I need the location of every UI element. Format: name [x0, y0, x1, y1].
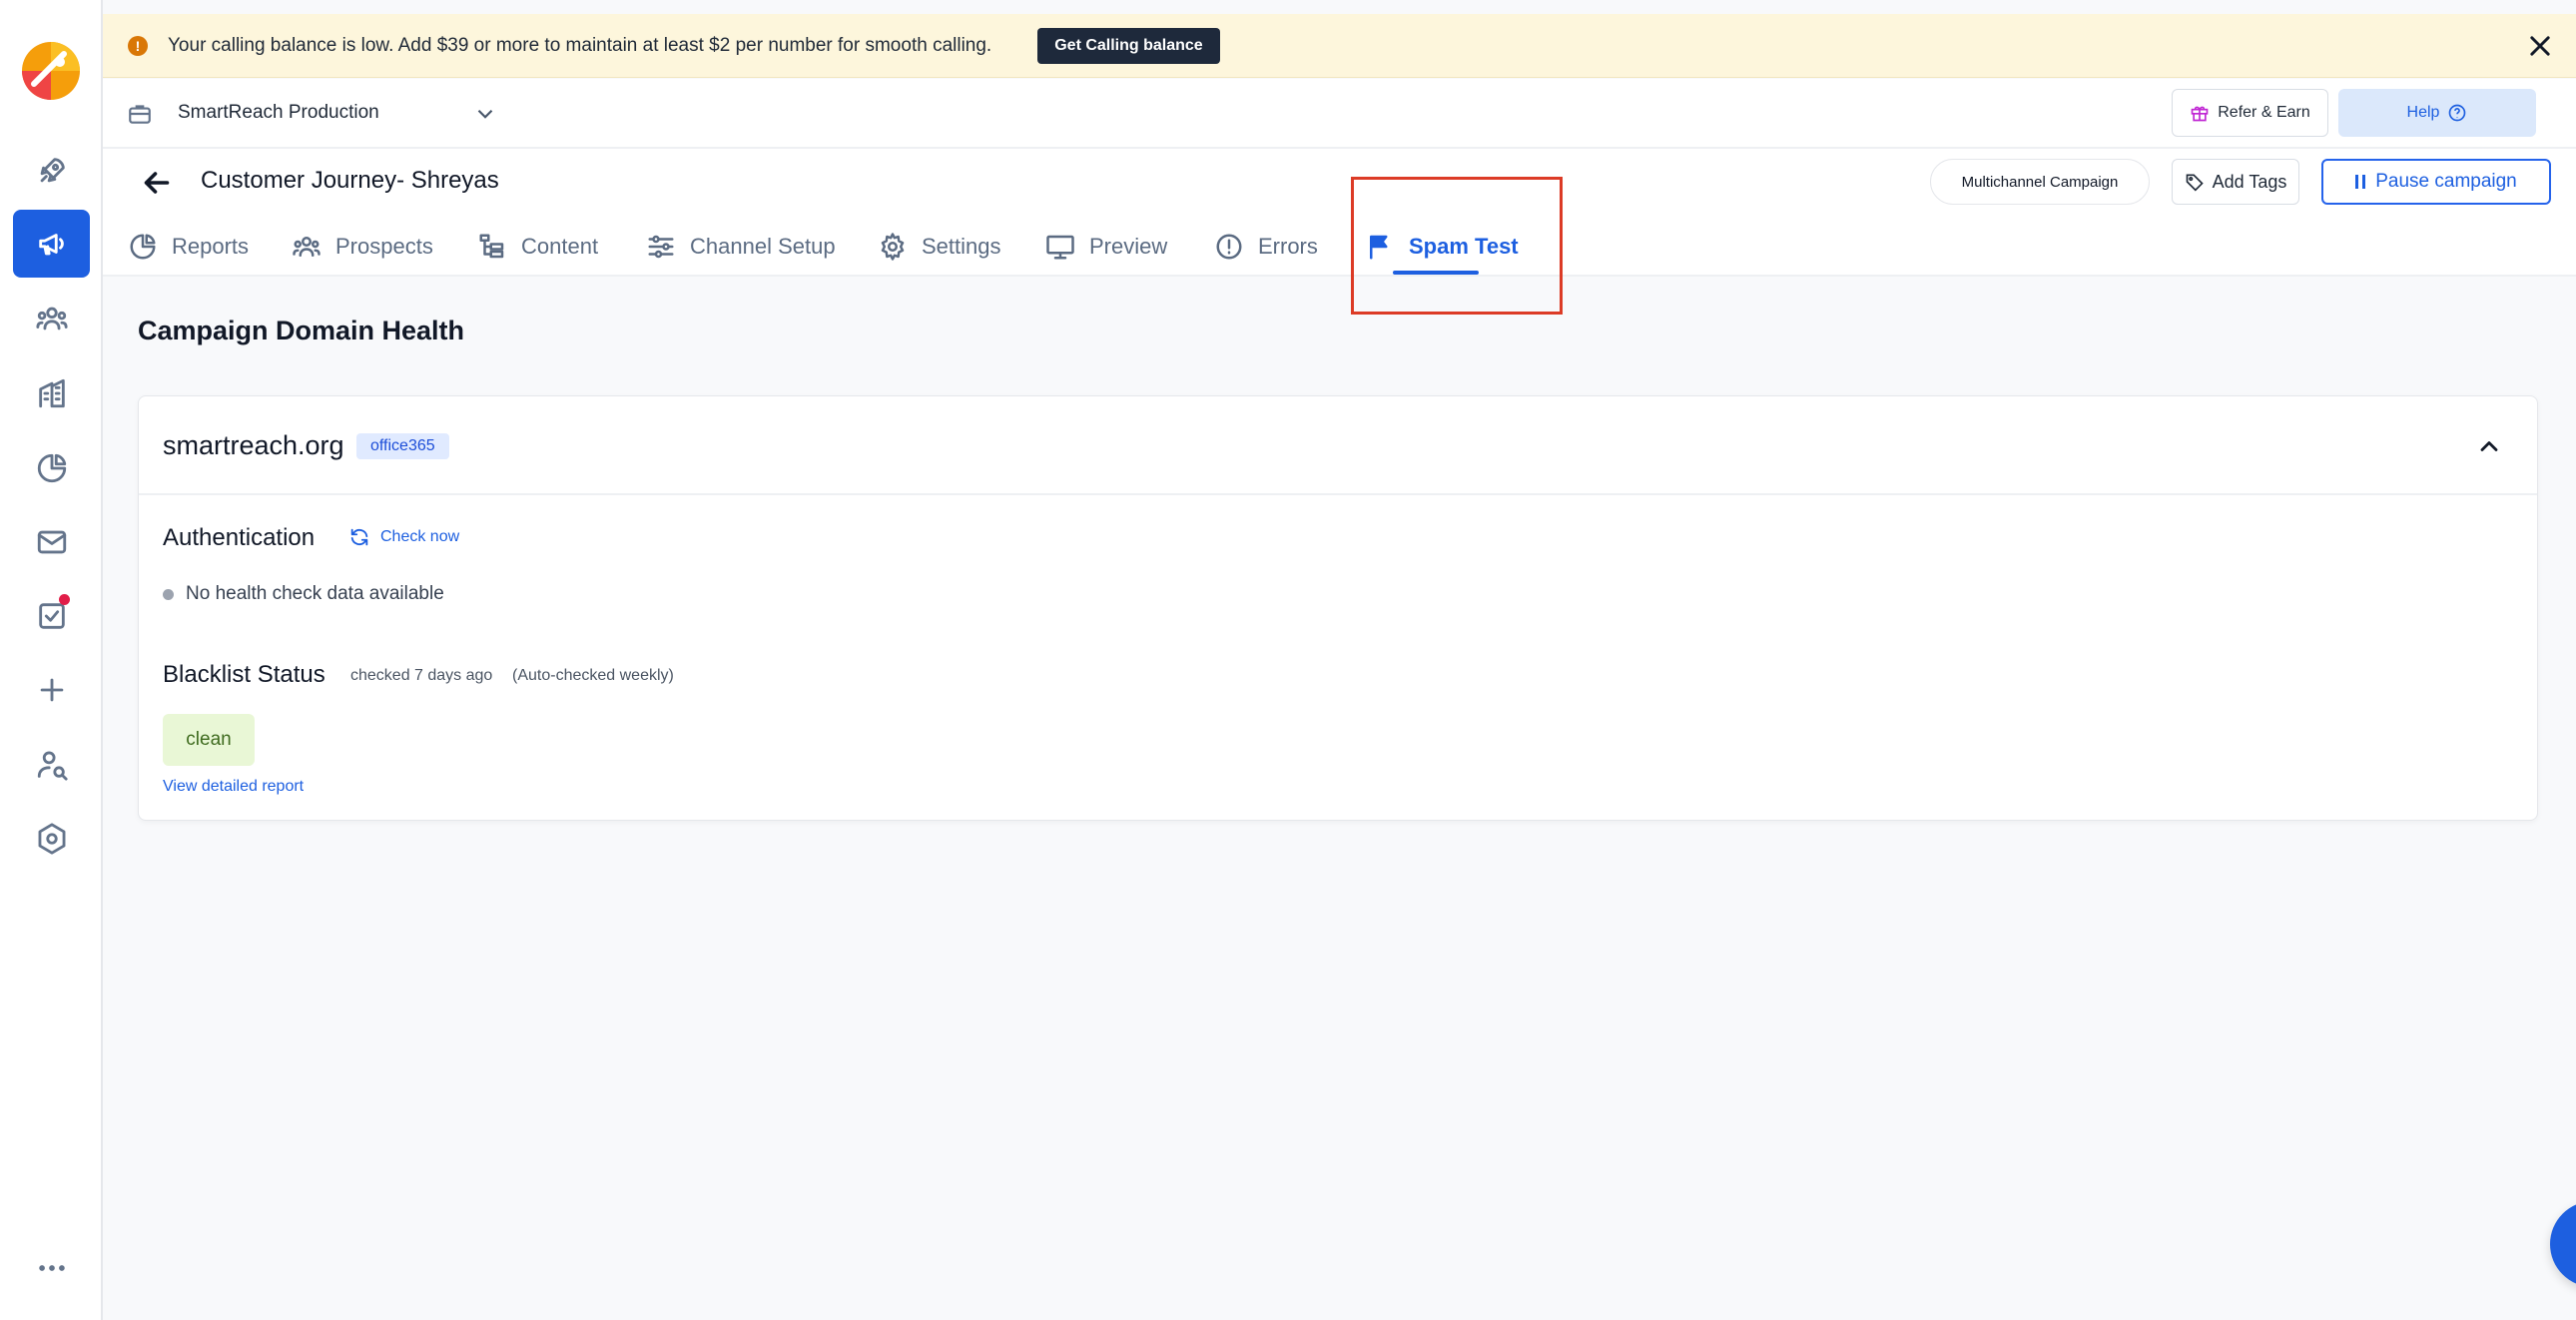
page-title: Campaign Domain Health — [138, 316, 465, 345]
refer-earn-label: Refer & Earn — [2218, 104, 2310, 121]
sliders-icon — [648, 235, 674, 259]
add-tags-button[interactable]: Add Tags — [2172, 159, 2299, 205]
inbox-mail-icon[interactable] — [13, 508, 90, 576]
question-circle-icon — [2449, 104, 2466, 122]
tab-reports[interactable]: Reports — [128, 217, 249, 277]
pause-campaign-button[interactable]: Pause campaign — [2321, 159, 2551, 205]
tab-preview[interactable]: Preview — [1045, 217, 1167, 277]
tab-channel-setup[interactable]: Channel Setup — [646, 217, 836, 277]
banner-message: Your calling balance is low. Add $39 or … — [168, 34, 992, 56]
campaign-tabs: Reports Prospects Content Channel Setup … — [103, 217, 2576, 277]
check-now-label: Check now — [380, 528, 460, 545]
prospects-users-icon[interactable] — [13, 285, 90, 352]
chevron-down-icon[interactable] — [472, 101, 498, 127]
tab-label: Spam Test — [1409, 234, 1519, 259]
check-now-link[interactable]: Check now — [348, 526, 459, 548]
chevron-up-icon[interactable] — [2475, 432, 2503, 460]
campaigns-megaphone-icon[interactable] — [13, 210, 90, 278]
status-badge: clean — [163, 714, 255, 766]
workspace-bar: SmartReach Production Refer & Earn Help — [103, 79, 2576, 149]
reports-pie-icon[interactable] — [13, 434, 90, 502]
tab-settings[interactable]: Settings — [878, 217, 1001, 277]
tab-label: Preview — [1089, 234, 1168, 259]
tag-icon — [2186, 174, 2204, 192]
back-arrow-icon[interactable] — [139, 165, 175, 201]
add-plus-icon[interactable] — [13, 656, 90, 724]
pause-campaign-label: Pause campaign — [2375, 171, 2517, 192]
tree-icon — [479, 234, 504, 259]
tab-label: Errors — [1258, 234, 1318, 259]
users-icon — [293, 237, 321, 257]
tab-label: Content — [521, 234, 599, 259]
tab-spam-test[interactable]: Spam Test — [1365, 217, 1519, 277]
authentication-heading: Authentication — [163, 524, 316, 551]
accounts-building-icon[interactable] — [13, 359, 90, 427]
close-icon[interactable] — [2526, 32, 2554, 60]
domain-card-header[interactable]: smartreach.org office365 — [139, 396, 2537, 495]
settings-hexagon-icon[interactable] — [13, 805, 90, 873]
blacklist-checked-time: checked 7 days ago — [350, 667, 493, 684]
tab-label: Prospects — [335, 234, 433, 259]
warning-icon: ! — [128, 35, 148, 56]
campaign-header: Customer Journey- Shreyas Multichannel C… — [103, 149, 2576, 217]
tasks-checkbox-icon[interactable] — [13, 582, 90, 650]
active-tab-indicator — [1393, 271, 1479, 275]
workspace-name[interactable]: SmartReach Production — [178, 102, 379, 124]
tab-label: Channel Setup — [690, 234, 836, 259]
blacklist-auto-note: (Auto-checked weekly) — [512, 667, 674, 684]
flag-icon — [1370, 235, 1388, 260]
more-dots-icon[interactable] — [13, 1234, 90, 1302]
provider-badge: office365 — [356, 433, 449, 459]
add-tags-label: Add Tags — [2212, 171, 2287, 192]
tab-label: Settings — [922, 234, 1001, 259]
status-dot — [163, 588, 174, 600]
rocket-icon[interactable] — [13, 137, 90, 205]
tab-content[interactable]: Content — [477, 217, 598, 277]
blacklist-heading: Blacklist Status — [163, 661, 325, 688]
no-data-text: No health check data available — [186, 583, 444, 604]
pause-icon — [2355, 175, 2366, 189]
domain-health-card: smartreach.org office365 Authentication … — [138, 395, 2538, 821]
briefcase-icon — [127, 101, 153, 127]
gift-icon — [2191, 106, 2209, 122]
health-status-row: No health check data available — [163, 583, 444, 605]
view-detailed-report-link[interactable]: View detailed report — [163, 778, 304, 796]
chat-bubble-icon[interactable] — [2550, 1201, 2576, 1287]
low-balance-banner: ! Your calling balance is low. Add $39 o… — [103, 14, 2576, 78]
gear-icon — [881, 233, 905, 261]
user-search-icon[interactable] — [13, 731, 90, 799]
tab-label: Reports — [172, 234, 250, 259]
sidebar — [0, 0, 103, 1320]
help-label: Help — [2406, 104, 2440, 121]
multichannel-campaign-badge[interactable]: Multichannel Campaign — [1930, 159, 2150, 205]
refresh-icon — [350, 528, 368, 546]
get-calling-balance-button[interactable]: Get Calling balance — [1037, 27, 1220, 64]
refer-earn-button[interactable]: Refer & Earn — [2172, 89, 2328, 137]
campaign-title: Customer Journey- Shreyas — [201, 167, 499, 194]
smartreach-logo[interactable] — [20, 40, 82, 102]
help-button[interactable]: Help — [2338, 89, 2536, 137]
monitor-icon — [1046, 235, 1074, 260]
domain-name: smartreach.org — [163, 430, 344, 460]
main-content: ! Your calling balance is low. Add $39 o… — [103, 0, 2576, 1320]
tab-prospects[interactable]: Prospects — [292, 217, 433, 277]
tab-errors[interactable]: Errors — [1214, 217, 1318, 277]
notification-dot — [59, 594, 70, 605]
alert-circle-icon — [1216, 234, 1242, 260]
pie-chart-icon — [130, 234, 156, 260]
